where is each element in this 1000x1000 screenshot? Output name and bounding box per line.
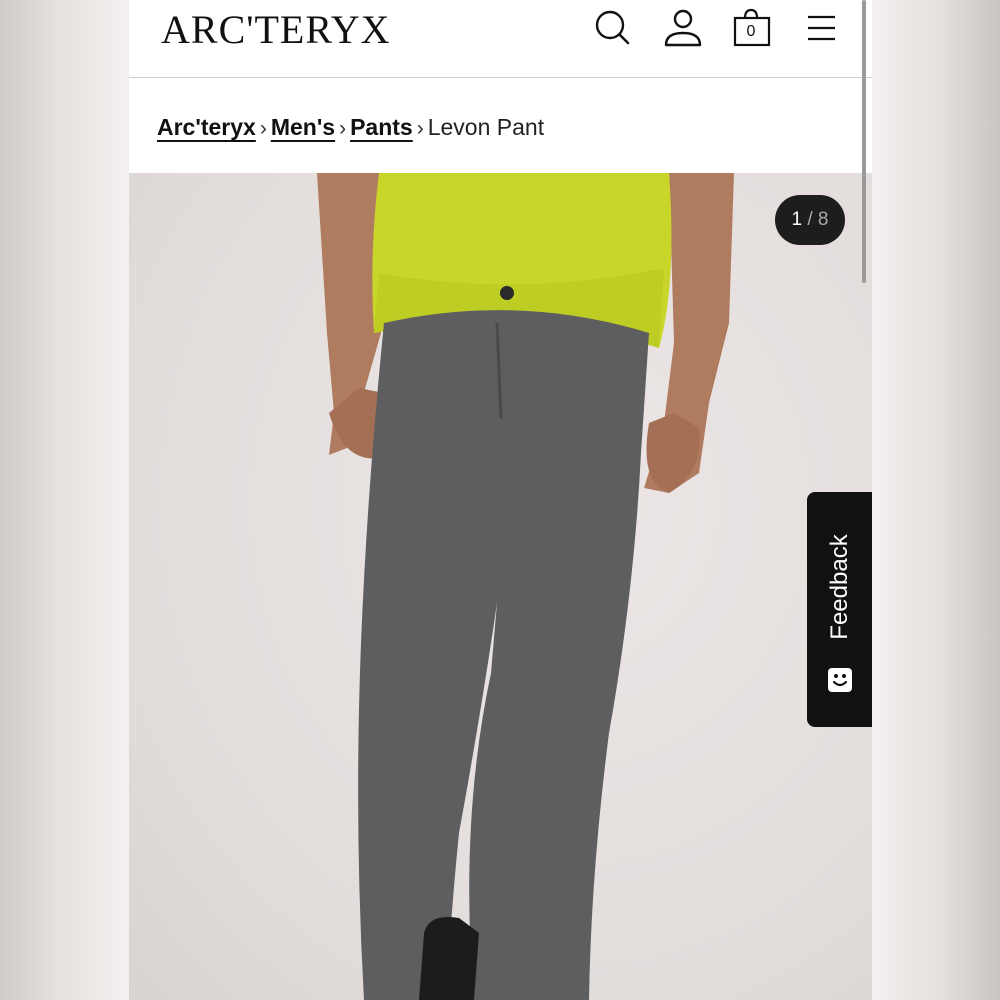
- site-header: ARC'TERYX 0: [129, 0, 872, 78]
- product-image[interactable]: 1 / 8 Feedback: [129, 173, 872, 1000]
- breadcrumb: Arc'teryx › Men's › Pants › Levon Pant: [157, 110, 544, 144]
- mobile-page: ARC'TERYX 0 Arc'teryx › Men's › Pants › …: [129, 0, 872, 1000]
- feedback-tab[interactable]: Feedback: [807, 492, 872, 727]
- image-counter-current: 1: [791, 209, 803, 230]
- image-counter-separator: /: [807, 209, 813, 230]
- cart-count-badge: 0: [746, 23, 756, 40]
- feedback-label: Feedback: [826, 534, 853, 640]
- product-photo: [317, 173, 734, 1000]
- user-icon[interactable]: [663, 8, 703, 48]
- breadcrumb-separator: ›: [416, 117, 424, 140]
- breadcrumb-separator: ›: [259, 117, 267, 140]
- breadcrumb-separator: ›: [339, 117, 347, 140]
- image-counter: 1 / 8: [775, 195, 845, 245]
- breadcrumb-current: Levon Pant: [427, 114, 545, 140]
- image-counter-total: 8: [817, 209, 829, 230]
- search-icon[interactable]: [593, 8, 633, 48]
- breadcrumb-link-mens[interactable]: Men's: [271, 114, 335, 140]
- breadcrumb-link-pants[interactable]: Pants: [350, 114, 413, 140]
- scrollbar[interactable]: [862, 0, 866, 283]
- hamburger-menu-icon[interactable]: [805, 8, 845, 48]
- shopping-bag-icon[interactable]: 0: [733, 8, 773, 48]
- breadcrumb-link-home[interactable]: Arc'teryx: [157, 114, 256, 140]
- smiley-icon: [827, 667, 853, 693]
- brand-logo[interactable]: ARC'TERYX: [161, 8, 391, 52]
